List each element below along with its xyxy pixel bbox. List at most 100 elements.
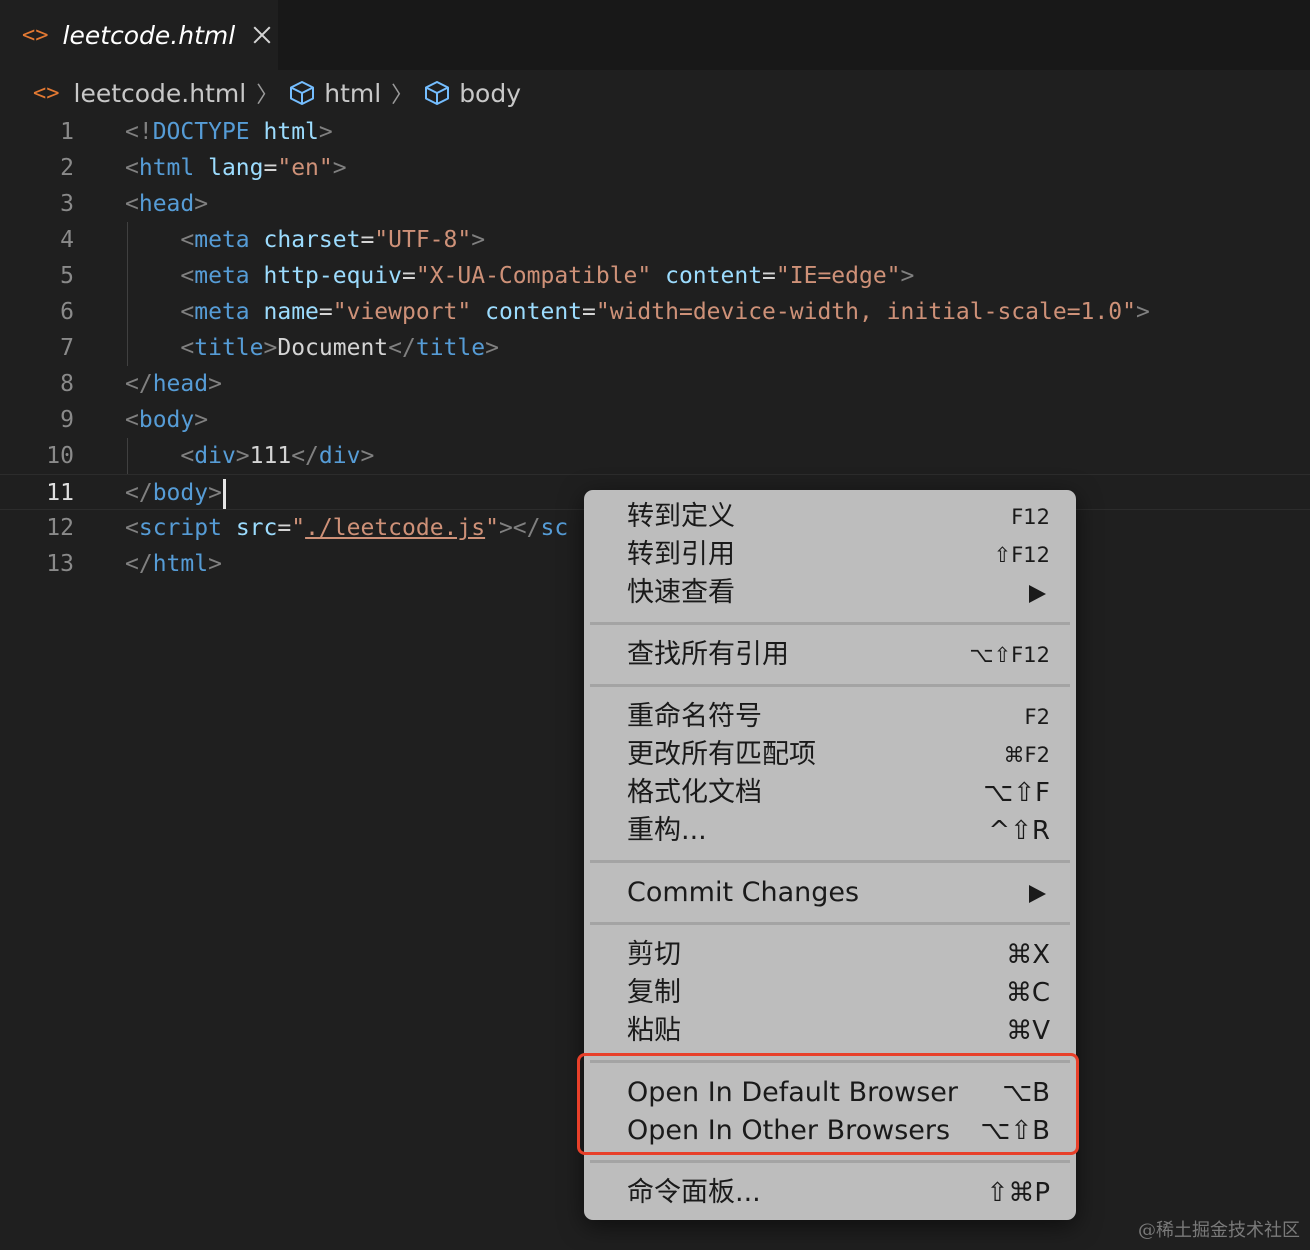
- menu-item-change-all-occurrences[interactable]: 更改所有匹配项 ⌘F2: [584, 736, 1076, 774]
- code-token: =: [318, 299, 333, 325]
- menu-item-shortcut: F12: [1011, 505, 1050, 529]
- menu-item-go-to-references[interactable]: 转到引用 ⇧F12: [584, 536, 1076, 574]
- code-link[interactable]: ./leetcode.js: [305, 515, 485, 541]
- code-line[interactable]: 1 <!DOCTYPE html>: [0, 114, 1310, 150]
- menu-item-copy[interactable]: 复制 ⌘C: [584, 974, 1076, 1012]
- code-token: ": [485, 515, 499, 541]
- breadcrumb-item-html[interactable]: html: [324, 79, 381, 108]
- menu-item-shortcut: ⇧⌘P: [986, 1178, 1050, 1208]
- code-token: Document: [277, 335, 389, 361]
- symbol-element-icon: [290, 81, 315, 105]
- code-line[interactable]: 10 <div>111</div>: [0, 438, 1310, 474]
- line-number: 6: [60, 299, 74, 325]
- code-line[interactable]: 3 <head>: [0, 186, 1310, 222]
- menu-item-cut[interactable]: 剪切 ⌘X: [584, 936, 1076, 974]
- menu-item-shortcut: ⌘X: [1006, 940, 1050, 970]
- menu-item-shortcut: ^⇧R: [988, 816, 1050, 846]
- code-token: =: [762, 263, 776, 289]
- code-token: <: [125, 263, 195, 289]
- code-token: src: [235, 515, 278, 541]
- code-token: =: [360, 227, 375, 253]
- code-line[interactable]: 8 </head>: [0, 366, 1310, 402]
- line-number: 13: [46, 551, 74, 577]
- code-token: sc: [540, 515, 569, 541]
- code-token: <: [125, 335, 195, 361]
- html-file-icon: <>: [22, 22, 49, 48]
- menu-item-label: 转到定义: [627, 501, 735, 532]
- chevron-right-icon: 〉: [391, 83, 414, 108]
- code-token: </: [125, 371, 153, 397]
- menu-separator: [590, 860, 1070, 863]
- menu-separator: [590, 622, 1070, 625]
- menu-item-label: 粘贴: [627, 1015, 681, 1046]
- menu-item-shortcut: ⌘V: [1006, 1016, 1050, 1046]
- line-number: 9: [60, 407, 74, 433]
- text-cursor: [222, 478, 226, 509]
- code-token: html: [263, 119, 319, 145]
- menu-item-format-document[interactable]: 格式化文档 ⌥⇧F: [584, 774, 1076, 812]
- menu-item-label: 查找所有引用: [627, 639, 789, 670]
- breadcrumb-file[interactable]: leetcode.html: [74, 79, 247, 108]
- menu-item-shortcut: ⌥⇧F: [983, 778, 1050, 808]
- line-number: 8: [60, 371, 74, 397]
- code-token: ": [291, 515, 306, 541]
- line-number: 7: [60, 335, 74, 361]
- code-token: <: [125, 191, 139, 217]
- symbol-element-icon: [425, 81, 450, 105]
- code-token: >: [1135, 299, 1150, 325]
- code-token: </: [125, 480, 153, 506]
- code-line[interactable]: 9 <body>: [0, 402, 1310, 438]
- code-token: DOCTYPE: [152, 119, 250, 145]
- code-token: content: [665, 263, 763, 289]
- code-token: html: [138, 155, 195, 181]
- code-token: >: [235, 443, 250, 469]
- code-token: >: [194, 407, 209, 433]
- code-token: =: [582, 299, 596, 325]
- code-line[interactable]: 2 <html lang="en">: [0, 150, 1310, 186]
- code-line[interactable]: 6 <meta name="viewport" content="width=d…: [0, 294, 1310, 330]
- menu-item-paste[interactable]: 粘贴 ⌘V: [584, 1012, 1076, 1050]
- code-token: >: [360, 443, 375, 469]
- code-token: "width=device-width, initial-scale=1.0": [595, 299, 1136, 325]
- code-token: body: [138, 407, 195, 433]
- highlight-annotation-box: [577, 1053, 1079, 1155]
- code-token: script: [138, 515, 222, 541]
- menu-item-refactor[interactable]: 重构... ^⇧R: [584, 812, 1076, 850]
- breadcrumb-item-body[interactable]: body: [459, 79, 521, 108]
- watermark: @稀土掘金技术社区: [1138, 1220, 1300, 1241]
- code-line[interactable]: 7 <title>Document</title>: [0, 330, 1310, 366]
- html-file-icon: <>: [33, 80, 60, 106]
- code-token: content: [485, 299, 583, 325]
- editor-tab-leetcode-html[interactable]: <> leetcode.html: [0, 0, 278, 70]
- code-token: =: [401, 263, 416, 289]
- chevron-right-icon: 〉: [256, 83, 279, 108]
- menu-item-go-to-definition[interactable]: 转到定义 F12: [584, 498, 1076, 536]
- code-token: 111: [249, 443, 292, 469]
- code-token: =: [263, 155, 278, 181]
- menu-item-commit-changes[interactable]: Commit Changes: [584, 874, 1076, 912]
- code-token: div: [318, 443, 361, 469]
- code-token: >: [318, 119, 333, 145]
- menu-item-peek[interactable]: 快速查看: [584, 574, 1076, 612]
- tab-label: leetcode.html: [62, 20, 236, 50]
- menu-item-rename-symbol[interactable]: 重命名符号 F2: [584, 698, 1076, 736]
- code-line[interactable]: 5 <meta http-equiv="X-UA-Compatible" con…: [0, 258, 1310, 294]
- menu-item-label: 快速查看: [627, 577, 735, 608]
- code-token: <!: [125, 119, 153, 145]
- code-line[interactable]: 4 <meta charset="UTF-8">: [0, 222, 1310, 258]
- menu-item-label: 重命名符号: [627, 701, 762, 732]
- close-icon[interactable]: [251, 24, 273, 46]
- code-token: lang: [208, 155, 264, 181]
- menu-item-command-palette[interactable]: 命令面板... ⇧⌘P: [584, 1174, 1076, 1212]
- code-token: =: [277, 515, 292, 541]
- menu-item-find-all-references[interactable]: 查找所有引用 ⌥⇧F12: [584, 636, 1076, 674]
- menu-item-label: 复制: [627, 977, 681, 1008]
- line-number: 10: [46, 443, 74, 469]
- line-number: 5: [60, 263, 74, 289]
- code-token: html: [152, 551, 209, 577]
- code-token: >: [208, 480, 222, 506]
- code-token: "en": [277, 155, 333, 181]
